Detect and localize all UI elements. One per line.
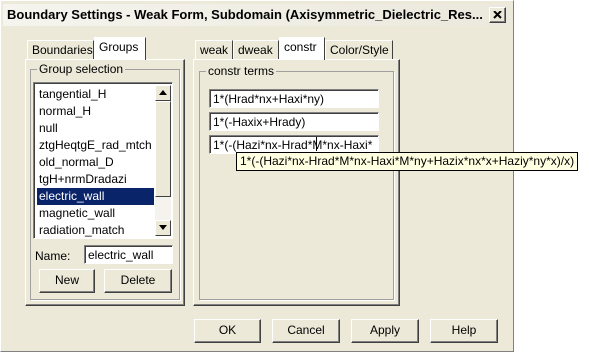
list-item[interactable]: tangential_H (37, 86, 154, 103)
constr-terms-label: constr terms (206, 64, 277, 78)
list-item-selected[interactable]: electric_wall (37, 188, 154, 205)
list-item[interactable]: tgH+nrmDradazi (37, 171, 154, 188)
list-scrollbar[interactable] (155, 85, 171, 236)
scroll-down-button[interactable] (155, 220, 171, 236)
tab-constr-label: constr (284, 40, 317, 54)
tab-color-style-label: Color/Style (330, 43, 389, 57)
tab-boundaries-label: Boundaries (32, 43, 93, 57)
new-button[interactable]: New (39, 269, 95, 293)
name-label: Name: (35, 249, 71, 263)
ok-button[interactable]: OK (194, 319, 261, 343)
boundary-settings-dialog: Boundary Settings - Weak Form, Subdomain… (0, 0, 514, 352)
arrow-up-icon (159, 90, 167, 95)
cancel-button[interactable]: Cancel (272, 319, 340, 343)
list-item[interactable]: magnetic_wall (37, 205, 154, 222)
tab-weak[interactable]: weak (195, 40, 233, 60)
close-button[interactable] (489, 7, 506, 23)
tab-dweak-label: dweak (238, 43, 273, 57)
tab-constr[interactable]: constr (279, 37, 325, 60)
list-item[interactable]: null (37, 120, 154, 137)
delete-button[interactable]: Delete (104, 269, 172, 293)
window-title: Boundary Settings - Weak Form, Subdomain… (7, 7, 483, 22)
help-button[interactable]: Help (430, 319, 498, 343)
tab-weak-label: weak (200, 43, 229, 57)
list-item[interactable]: ztgHeqtgE_rad_mtch (37, 137, 154, 154)
tab-groups[interactable]: Groups (94, 37, 146, 60)
list-item[interactable]: radiation_match (37, 222, 154, 239)
tab-dweak[interactable]: dweak (233, 40, 279, 60)
arrow-down-icon (159, 225, 167, 230)
close-icon (493, 11, 502, 19)
list-item[interactable]: normal_H (37, 103, 154, 120)
constr-term-field-2[interactable]: 1*(-Haxix+Hrady) (209, 112, 379, 131)
text-cursor (316, 137, 317, 151)
group-list[interactable]: tangential_H normal_H null ztgHeqtgE_rad… (33, 82, 173, 239)
scroll-thumb[interactable] (155, 101, 171, 197)
tab-color-style[interactable]: Color/Style (325, 40, 393, 60)
apply-button[interactable]: Apply (351, 319, 419, 343)
scroll-up-button[interactable] (155, 85, 171, 101)
list-item[interactable]: old_normal_D (37, 154, 154, 171)
constr-term-field-1[interactable]: 1*(Hrad*nx+Haxi*ny) (209, 89, 379, 108)
name-input[interactable]: electric_wall (84, 245, 173, 264)
tab-groups-label: Groups (99, 40, 139, 54)
tab-boundaries[interactable]: Boundaries (27, 40, 94, 60)
tooltip: 1*(-(Hazi*nx-Hrad*M*nx-Haxi*M*ny+Hazix*n… (236, 152, 579, 171)
group-selection-label: Group selection (37, 62, 126, 76)
title-bar[interactable]: Boundary Settings - Weak Form, Subdomain… (3, 4, 510, 26)
